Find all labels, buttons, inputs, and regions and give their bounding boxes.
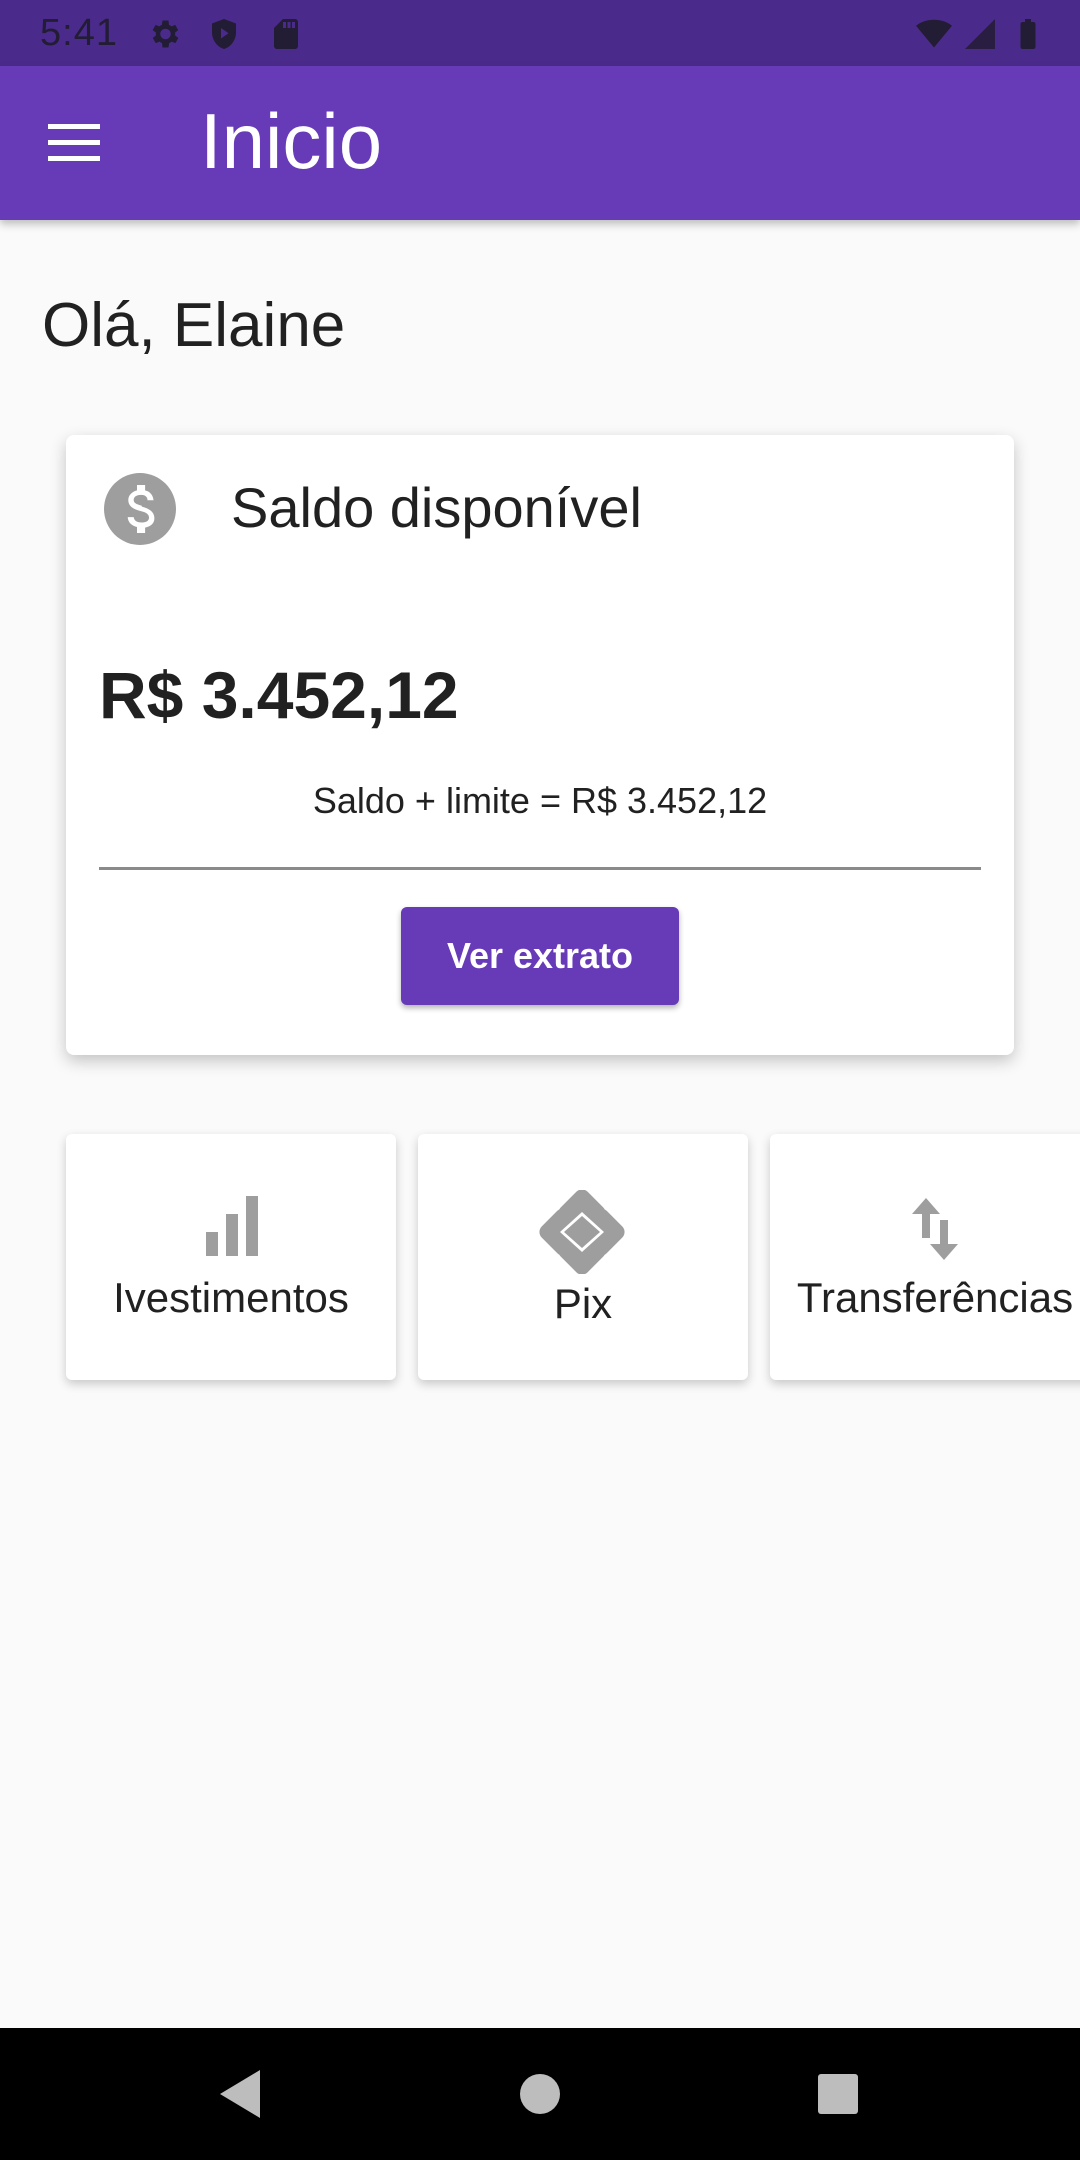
greeting-text: Olá, Elaine — [42, 291, 346, 360]
battery-icon — [1020, 19, 1036, 49]
swap-vertical-icon — [912, 1198, 958, 1260]
shortcut-transfers[interactable]: Transferências — [770, 1134, 1080, 1380]
app-bar: Inicio — [0, 66, 1080, 220]
balance-card: Saldo disponível R$ 3.452,12 Saldo + lim… — [66, 435, 1014, 1055]
shield-icon — [212, 19, 236, 49]
status-bar: 5:41 — [0, 0, 1080, 66]
shortcuts-strip[interactable]: Ivestimentos Pix Transferências — [56, 1120, 1080, 1392]
sd-card-icon — [274, 19, 298, 49]
menu-button[interactable] — [38, 112, 118, 176]
shortcut-label: Ivestimentos — [113, 1274, 349, 1321]
shortcut-label: Pix — [553, 1280, 613, 1327]
card-divider — [99, 867, 981, 870]
balance-with-limit: Saldo + limite = R$ 3.452,12 — [312, 780, 768, 821]
shortcut-investments[interactable]: Ivestimentos — [66, 1134, 396, 1380]
signal-icon — [965, 19, 995, 49]
system-nav-bar — [0, 2028, 1080, 2160]
wifi-icon — [916, 19, 952, 48]
back-icon[interactable] — [210, 2064, 270, 2124]
gear-icon — [152, 20, 179, 48]
view-statement-button[interactable]: Ver extrato — [401, 907, 679, 1005]
menu-icon — [48, 124, 100, 161]
bar-chart-icon — [206, 1196, 258, 1256]
status-time: 5:41 — [40, 12, 118, 54]
balance-card-title: Saldo disponível — [231, 476, 642, 539]
dollar-icon — [104, 473, 176, 545]
recents-icon[interactable] — [808, 2064, 868, 2124]
page-title: Inicio — [200, 97, 383, 185]
pix-icon — [539, 1190, 625, 1274]
shortcut-pix[interactable]: Pix — [418, 1134, 748, 1380]
home-icon[interactable] — [510, 2064, 570, 2124]
shortcut-label: Transferências — [796, 1274, 1074, 1321]
balance-amount: R$ 3.452,12 — [99, 658, 459, 732]
